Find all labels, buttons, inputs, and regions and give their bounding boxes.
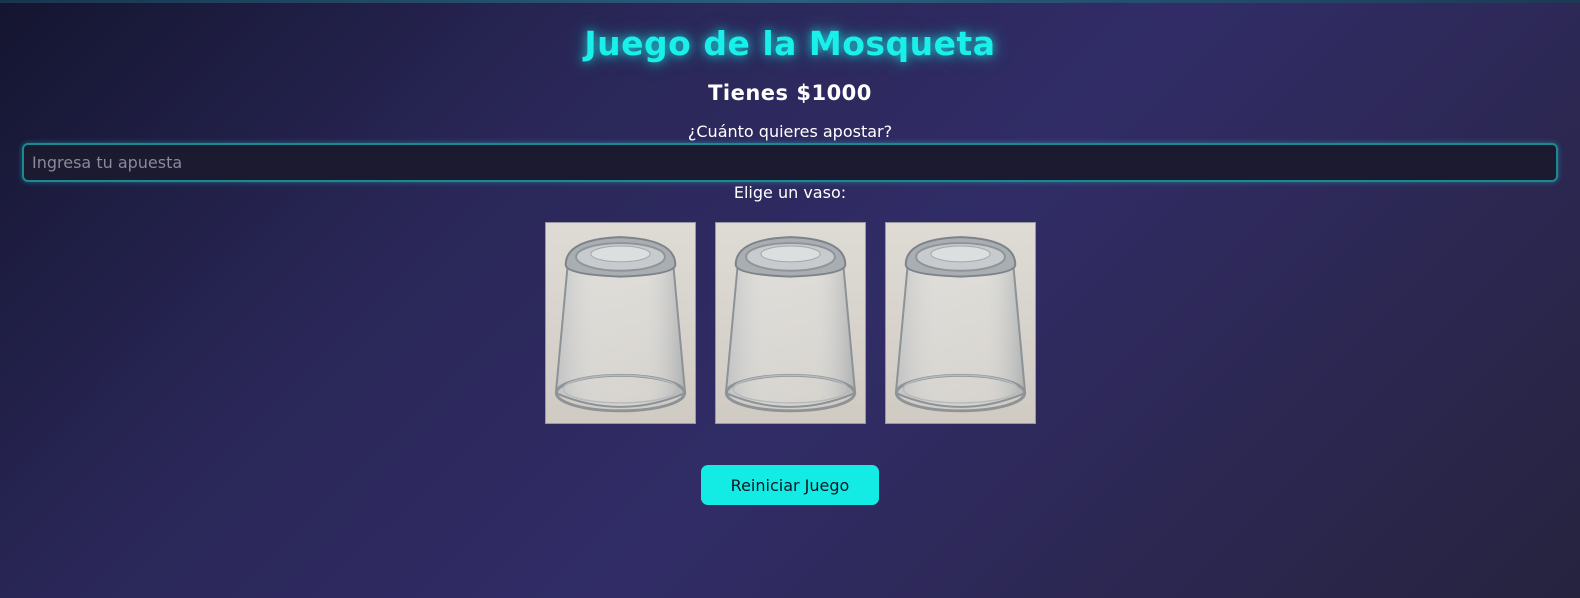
glass-cup-icon bbox=[724, 236, 857, 413]
cup-1[interactable] bbox=[545, 222, 696, 424]
reset-game-button[interactable]: Reiniciar Juego bbox=[701, 465, 879, 505]
bet-label: ¿Cuánto quieres apostar? bbox=[687, 122, 893, 141]
glass-cup-icon bbox=[894, 236, 1027, 413]
top-accent-line bbox=[0, 0, 1580, 3]
cup-2[interactable] bbox=[715, 222, 866, 424]
cup-3[interactable] bbox=[885, 222, 1036, 424]
balance-display: Tienes $1000 bbox=[708, 81, 872, 105]
page-title: Juego de la Mosqueta bbox=[584, 24, 996, 63]
cup-choice-label: Elige un vaso: bbox=[733, 183, 847, 202]
glass-cup-icon bbox=[554, 236, 687, 413]
bet-input[interactable] bbox=[22, 143, 1558, 182]
